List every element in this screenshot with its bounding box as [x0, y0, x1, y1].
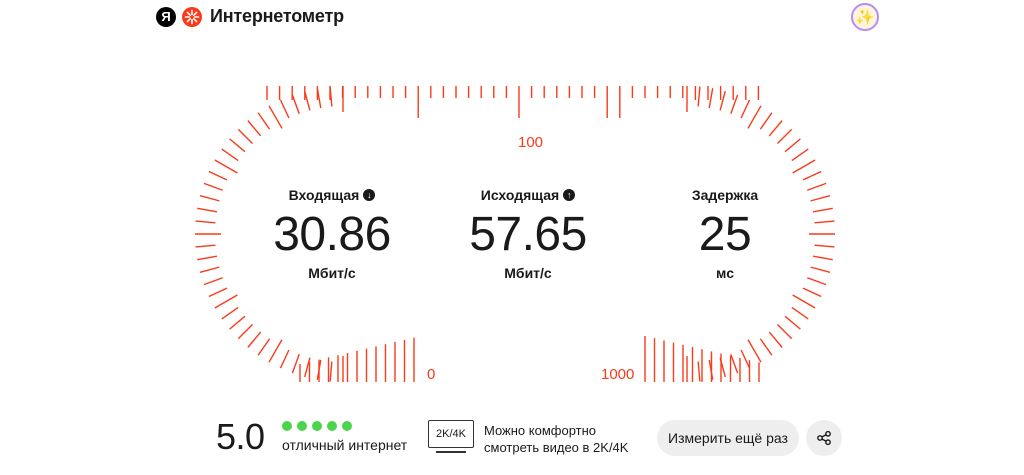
gauge-tick: [279, 349, 290, 369]
gauge-tick: [291, 354, 300, 374]
gauge-tick: [229, 138, 246, 153]
gauge-tick: [214, 294, 238, 309]
gauge-tick: [214, 159, 238, 174]
gauge-tick: [740, 349, 751, 369]
tv-icon: 2K/4K: [428, 420, 474, 454]
upload-value: 57.65: [469, 208, 587, 261]
gauge-tick: [730, 94, 739, 114]
download-unit: Мбит/с: [308, 265, 356, 281]
gauge-tick: [257, 338, 271, 356]
rating-dots: [282, 421, 352, 431]
gauge-tick: [784, 138, 801, 153]
gauge-tick: [759, 338, 773, 356]
gauge-tick: [740, 99, 751, 119]
gauge-tick: [777, 324, 793, 340]
share-icon: [817, 430, 831, 446]
gauge-tick: [197, 207, 218, 213]
latency-value: 25: [698, 208, 752, 261]
rating-dot: [312, 421, 322, 431]
upload-title: Исходящая: [480, 187, 560, 203]
gauge-tick: [229, 315, 246, 330]
upload-metric: Исходящая ↑ 57.65 Мбит/с: [428, 187, 628, 281]
gauge-tick: [197, 255, 218, 261]
gauge-tick: [203, 182, 223, 191]
gauge-tick: [208, 170, 228, 181]
gauge-tick: [208, 287, 228, 298]
download-value: 30.86: [273, 208, 391, 261]
gauge-tick: [791, 148, 809, 162]
download-title: Входящая: [288, 187, 360, 203]
gauge-tick: [329, 86, 333, 107]
gauge-tick: [777, 128, 793, 144]
rating-dot: [297, 421, 307, 431]
latency-metric: Задержка 25 мс: [625, 187, 825, 281]
gauge-tick: [268, 105, 283, 129]
video-quality-badge: 2K/4K: [428, 420, 474, 448]
rating-dot: [342, 421, 352, 431]
gauge-tick: [221, 306, 239, 320]
scale-label-100: 100: [518, 134, 544, 151]
gauge-tick: [802, 287, 822, 298]
video-quality-text: Можно комфортно смотреть видео в 2K/4K: [484, 423, 629, 455]
arrow-down-icon: ↓: [363, 189, 376, 201]
latency-unit: мс: [716, 265, 734, 281]
gauge-tick: [268, 339, 283, 363]
gauge-tick: [304, 90, 311, 111]
download-metric: Входящая ↓ 30.86 Мбит/с: [232, 187, 432, 281]
gauge-tick: [792, 294, 816, 309]
remeasure-button[interactable]: Измерить ещё раз: [657, 420, 799, 456]
gauge-tick: [257, 112, 271, 130]
gauge-tick: [221, 148, 239, 162]
gauge-tick: [237, 324, 253, 340]
rating-dot: [327, 421, 337, 431]
gauge-tick: [759, 112, 773, 130]
gauge-tick: [237, 128, 253, 144]
share-button[interactable]: [806, 420, 842, 456]
gauge-tick: [730, 354, 739, 374]
gauge-tick: [747, 339, 762, 363]
gauge-tick: [291, 94, 300, 114]
gauge-tick: [247, 120, 262, 137]
gauge-tick: [279, 99, 290, 119]
gauge-tick: [747, 105, 762, 129]
scale-label-1000: 1000: [601, 366, 635, 383]
rating-value: 5.0: [216, 416, 265, 457]
latency-title: Задержка: [691, 187, 759, 203]
gauge-tick: [199, 266, 220, 273]
gauge-tick: [203, 277, 223, 286]
gauge-tick: [195, 244, 216, 248]
gauge-tick: [329, 361, 333, 382]
rating-dot: [282, 421, 292, 431]
gauge-tick: [768, 331, 783, 348]
rating-label: отличный интернет: [282, 437, 408, 453]
gauge-tick: [708, 88, 714, 109]
scale-label-0: 0: [427, 366, 436, 383]
gauge-tick: [784, 315, 801, 330]
gauge-tick: [199, 195, 220, 202]
gauge-tick: [195, 220, 216, 224]
gauge-tick: [791, 306, 809, 320]
gauge-tick: [792, 159, 816, 174]
gauge-tick: [802, 170, 822, 181]
upload-unit: Мбит/с: [504, 265, 552, 281]
gauge-tick: [247, 331, 262, 348]
gauge-tick: [697, 361, 701, 382]
arrow-up-icon: ↑: [563, 189, 576, 201]
gauge-tick: [697, 86, 701, 107]
gauge-tick: [768, 120, 783, 137]
